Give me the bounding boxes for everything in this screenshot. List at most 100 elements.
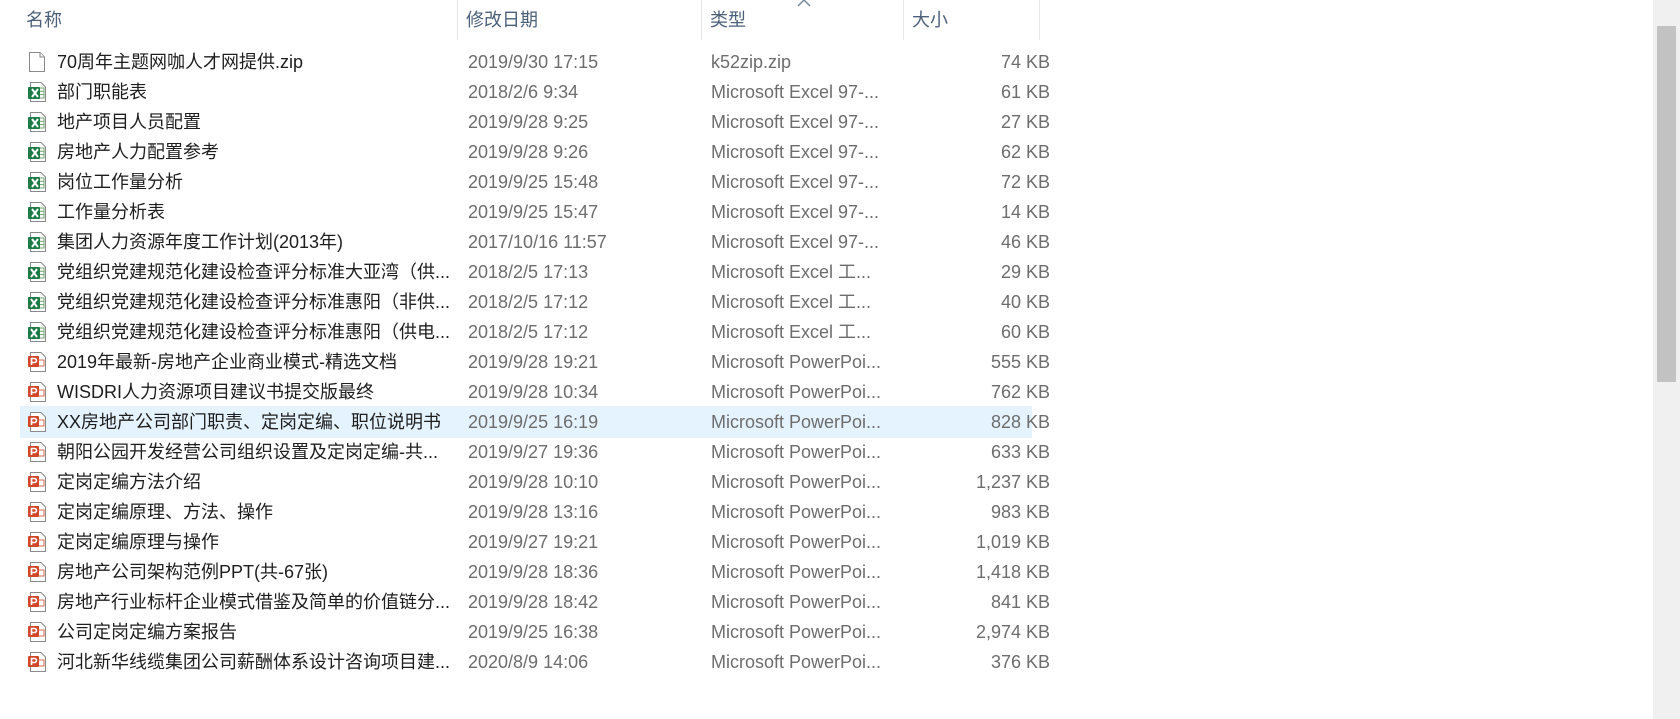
file-modified-date: 2018/2/6 9:34 (468, 82, 579, 102)
excel-worksheet-file-icon (28, 262, 46, 282)
file-row[interactable]: 朝阳公园开发经营公司组织设置及定岗定编-共... 2019/9/27 19:36 M… (20, 436, 1050, 468)
file-size: 27 KB (1000, 112, 1050, 132)
powerpoint-file-icon (28, 592, 46, 612)
file-name: XX房地产公司部门职责、定岗定编、职位说明书 (57, 412, 442, 432)
file-type: Microsoft PowerPoi... (711, 352, 882, 372)
file-type: Microsoft PowerPoi... (711, 592, 882, 612)
file-row[interactable]: 房地产行业标杆企业模式借鉴及简单的价值链分... 2019/9/28 18:42 M… (20, 586, 1050, 618)
file-row[interactable]: 房地产公司架构范例PPT(共-67张) 2019/9/28 18:36 Micros… (20, 556, 1050, 588)
file-row[interactable]: 定岗定编原理、方法、操作 2019/9/28 13:16 Microsoft Pow… (20, 496, 1050, 528)
file-modified-date: 2018/2/5 17:12 (468, 292, 589, 312)
file-modified-date: 2019/9/25 16:19 (468, 412, 599, 432)
file-size: 555 KB (990, 352, 1050, 372)
file-name: 工作量分析表 (57, 202, 165, 222)
file-row[interactable]: 定岗定编方法介绍 2019/9/28 10:10 Microsoft PowerPo… (20, 466, 1050, 498)
file-row[interactable]: 公司定岗定编方案报告 2019/9/25 16:38 Microsoft Power… (20, 616, 1050, 648)
file-size: 828 KB (990, 412, 1050, 432)
powerpoint-file-icon (28, 562, 46, 582)
excel-97-file-icon (28, 232, 46, 252)
column-header-name[interactable]: 名称 (18, 0, 458, 40)
file-row[interactable]: 党组织党建规范化建设检查评分标准惠阳（供电... 2018/2/5 17:12 Mi… (20, 316, 1050, 348)
file-modified-date: 2019/9/28 9:26 (468, 142, 589, 162)
file-row[interactable]: 党组织党建规范化建设检查评分标准惠阳（非供... 2018/2/5 17:12 Mi… (20, 286, 1050, 318)
file-name: 党组织党建规范化建设检查评分标准惠阳（非供... (57, 292, 451, 312)
file-row[interactable]: XX房地产公司部门职责、定岗定编、职位说明书 2019/9/25 16:19 Mic… (20, 406, 1050, 438)
file-type: Microsoft PowerPoi... (711, 472, 882, 492)
file-modified-date: 2019/9/28 18:36 (468, 562, 599, 582)
file-size: 841 KB (990, 592, 1050, 612)
zip-file-icon (29, 52, 45, 72)
file-name: 河北新华线缆集团公司薪酬体系设计咨询项目建... (57, 652, 451, 672)
file-row[interactable]: 70周年主题网咖人才网提供.zip 2019/9/30 17:15 k52zip.z… (20, 46, 1050, 78)
powerpoint-file-icon (28, 382, 46, 402)
file-modified-date: 2019/9/25 15:47 (468, 202, 599, 222)
file-type: Microsoft PowerPoi... (711, 622, 882, 642)
file-name: 定岗定编原理与操作 (57, 532, 219, 552)
file-row[interactable]: 工作量分析表 2019/9/25 15:47 Microsoft Excel 97-… (20, 196, 1050, 228)
excel-97-file-icon (28, 172, 46, 192)
file-row[interactable]: 2019年最新-房地产企业商业模式-精选文档 2019/9/28 19:21 Mic… (20, 346, 1050, 378)
file-modified-date: 2019/9/27 19:36 (468, 442, 599, 462)
file-name: 2019年最新-房地产企业商业模式-精选文档 (57, 352, 398, 372)
file-modified-date: 2019/9/28 18:42 (468, 592, 599, 612)
file-type: Microsoft PowerPoi... (711, 652, 882, 672)
file-size: 376 KB (990, 652, 1050, 672)
column-header-date[interactable]: 修改日期 (458, 0, 702, 40)
file-type: Microsoft Excel 工... (711, 322, 872, 342)
file-size: 46 KB (1000, 232, 1050, 252)
powerpoint-file-icon (28, 442, 46, 462)
file-modified-date: 2018/2/5 17:12 (468, 322, 589, 342)
file-name: 定岗定编方法介绍 (57, 472, 201, 492)
file-row[interactable]: 党组织党建规范化建设检查评分标准大亚湾（供... 2018/2/5 17:13 Mi… (20, 256, 1050, 288)
file-modified-date: 2019/9/28 10:34 (468, 382, 599, 402)
file-modified-date: 2019/9/28 19:21 (468, 352, 599, 372)
file-row[interactable]: 地产项目人员配置 2019/9/28 9:25 Microsoft Excel 97… (20, 106, 1050, 138)
file-size: 60 KB (1000, 322, 1050, 342)
file-row[interactable]: 定岗定编原理与操作 2019/9/27 19:21 Microsoft PowerP… (20, 526, 1050, 558)
file-size: 983 KB (990, 502, 1050, 522)
file-name: 部门职能表 (57, 82, 147, 102)
file-type: Microsoft Excel 工... (711, 292, 872, 312)
excel-worksheet-file-icon (28, 322, 46, 342)
powerpoint-file-icon (28, 352, 46, 372)
file-row[interactable]: 房地产人力配置参考 2019/9/28 9:26 Microsoft Excel 9… (20, 136, 1050, 168)
file-type: Microsoft Excel 97-... (711, 142, 880, 162)
file-type: Microsoft Excel 97-... (711, 202, 880, 222)
file-name: 房地产人力配置参考 (57, 142, 219, 162)
file-row[interactable]: WISDRI人力资源项目建议书提交版最终 2019/9/28 10:34 Micro… (20, 376, 1050, 408)
vertical-scrollbar[interactable] (1653, 0, 1680, 719)
file-type: Microsoft Excel 工... (711, 262, 872, 282)
file-name: 岗位工作量分析 (57, 172, 183, 192)
file-row[interactable]: 集团人力资源年度工作计划(2013年) 2017/10/16 11:57 Micro… (20, 226, 1050, 258)
file-name: 公司定岗定编方案报告 (57, 622, 237, 642)
powerpoint-file-icon (28, 412, 46, 432)
scrollbar-thumb[interactable] (1657, 26, 1676, 382)
file-name: 房地产行业标杆企业模式借鉴及简单的价值链分... (57, 592, 451, 612)
file-size: 61 KB (1000, 82, 1050, 102)
file-size: 40 KB (1000, 292, 1050, 312)
excel-97-file-icon (28, 142, 46, 162)
excel-97-file-icon (28, 82, 46, 102)
powerpoint-file-icon (28, 622, 46, 642)
column-header-size[interactable]: 大小 (904, 0, 1040, 40)
file-modified-date: 2019/9/27 19:21 (468, 532, 599, 552)
file-row[interactable]: 河北新华线缆集团公司薪酬体系设计咨询项目建... 2020/8/9 14:06 Mi… (20, 646, 1050, 678)
file-size: 74 KB (1000, 52, 1050, 72)
file-size: 1,418 KB (975, 562, 1050, 582)
powerpoint-file-icon (28, 472, 46, 492)
file-modified-date: 2019/9/30 17:15 (468, 52, 599, 72)
file-modified-date: 2020/8/9 14:06 (468, 652, 589, 672)
file-type: Microsoft PowerPoi... (711, 382, 882, 402)
file-name: 党组织党建规范化建设检查评分标准惠阳（供电... (57, 322, 451, 342)
file-row[interactable]: 岗位工作量分析 2019/9/25 15:48 Microsoft Excel 97… (20, 166, 1050, 198)
file-name: 地产项目人员配置 (57, 112, 201, 132)
file-type: Microsoft PowerPoi... (711, 532, 882, 552)
file-type: Microsoft PowerPoi... (711, 562, 882, 582)
file-modified-date: 2019/9/28 13:16 (468, 502, 599, 522)
file-size: 762 KB (990, 382, 1050, 402)
file-name: 70周年主题网咖人才网提供.zip (57, 52, 304, 72)
file-row[interactable]: 部门职能表 2018/2/6 9:34 Microsoft Excel 97-...… (20, 76, 1050, 108)
file-modified-date: 2019/9/28 10:10 (468, 472, 599, 492)
file-name: 朝阳公园开发经营公司组织设置及定岗定编-共... (57, 442, 438, 462)
file-size: 72 KB (1000, 172, 1050, 192)
